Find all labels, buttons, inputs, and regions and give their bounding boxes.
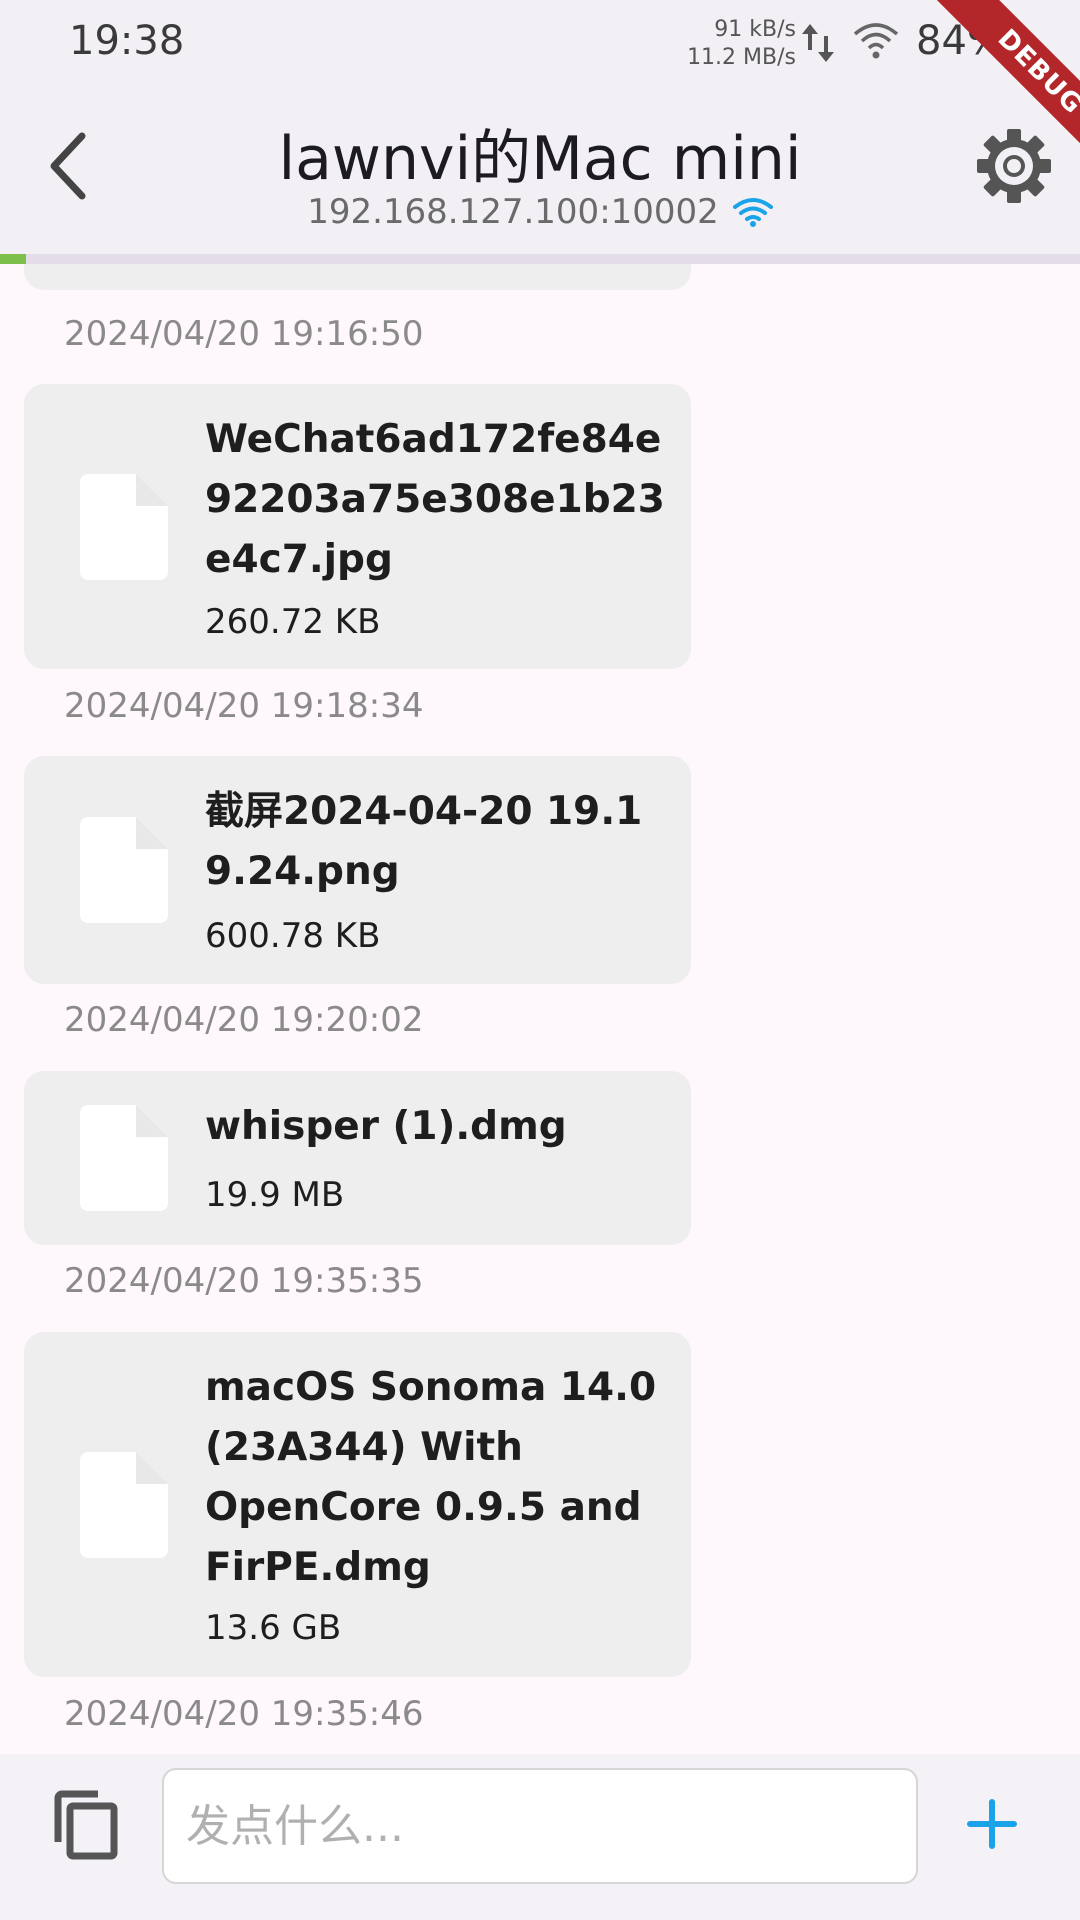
transfer-progress-fill [0,254,26,264]
device-address: 192.168.127.100:10002 [307,192,719,232]
gear-icon[interactable] [974,126,1054,206]
file-message[interactable]: macOS Sonoma 14.0 (23A344) With OpenCore… [24,1332,691,1677]
file-icon [80,817,168,923]
message-list[interactable]: 2024/04/20 19:16:50 WeChat6ad172fe84e922… [0,264,1080,1754]
message-composer [0,1754,1080,1920]
page-title: lawnvi的Mac mini [278,124,802,194]
app-header: 19:38 91 kB/s 11.2 MB/s 84% DEBUG lawnvi… [0,0,1080,254]
back-arrow-icon[interactable] [40,128,96,204]
message-timestamp: 2024/04/20 19:18:34 [64,686,424,726]
message-timestamp: 2024/04/20 19:20:02 [64,1000,424,1040]
file-icon [80,474,168,580]
message-input[interactable] [162,1768,918,1884]
file-icon [80,1452,168,1558]
file-message-partial[interactable] [24,264,691,290]
upload-speed: 91 kB/s [714,17,796,42]
file-size: 13.6 GB [205,1608,342,1648]
file-name: 截屏2024-04-20 19.19.24.png [205,789,643,894]
wifi-connected-icon [732,198,773,227]
data-transfer-icon [802,24,834,62]
file-name: whisper (1).dmg [205,1104,567,1149]
status-time: 19:38 [69,18,185,64]
download-speed: 11.2 MB/s [687,45,796,70]
file-size: 260.72 KB [205,602,381,642]
network-speed: 91 kB/s 11.2 MB/s [660,16,796,72]
file-name: macOS Sonoma 14.0 (23A344) With OpenCore… [205,1365,657,1590]
file-size: 19.9 MB [205,1175,345,1215]
message-timestamp: 2024/04/20 19:16:50 [64,314,424,354]
file-size: 600.78 KB [205,916,381,956]
file-name: WeChat6ad172fe84e92203a75e308e1b23e4c7.j… [205,417,665,582]
file-message[interactable]: 截屏2024-04-20 19.19.24.png 600.78 KB [24,756,691,984]
file-icon [80,1105,168,1211]
copy-icon[interactable] [54,1790,118,1860]
file-message[interactable]: WeChat6ad172fe84e92203a75e308e1b23e4c7.j… [24,384,691,669]
file-message[interactable]: whisper (1).dmg 19.9 MB [24,1071,691,1245]
transfer-progress-bar [0,254,1080,264]
message-timestamp: 2024/04/20 19:35:46 [64,1694,424,1734]
plus-icon[interactable] [966,1798,1018,1850]
connection-subtitle: 192.168.127.100:10002 [170,192,910,232]
message-timestamp: 2024/04/20 19:35:35 [64,1261,424,1301]
wifi-signal-icon [853,23,899,59]
